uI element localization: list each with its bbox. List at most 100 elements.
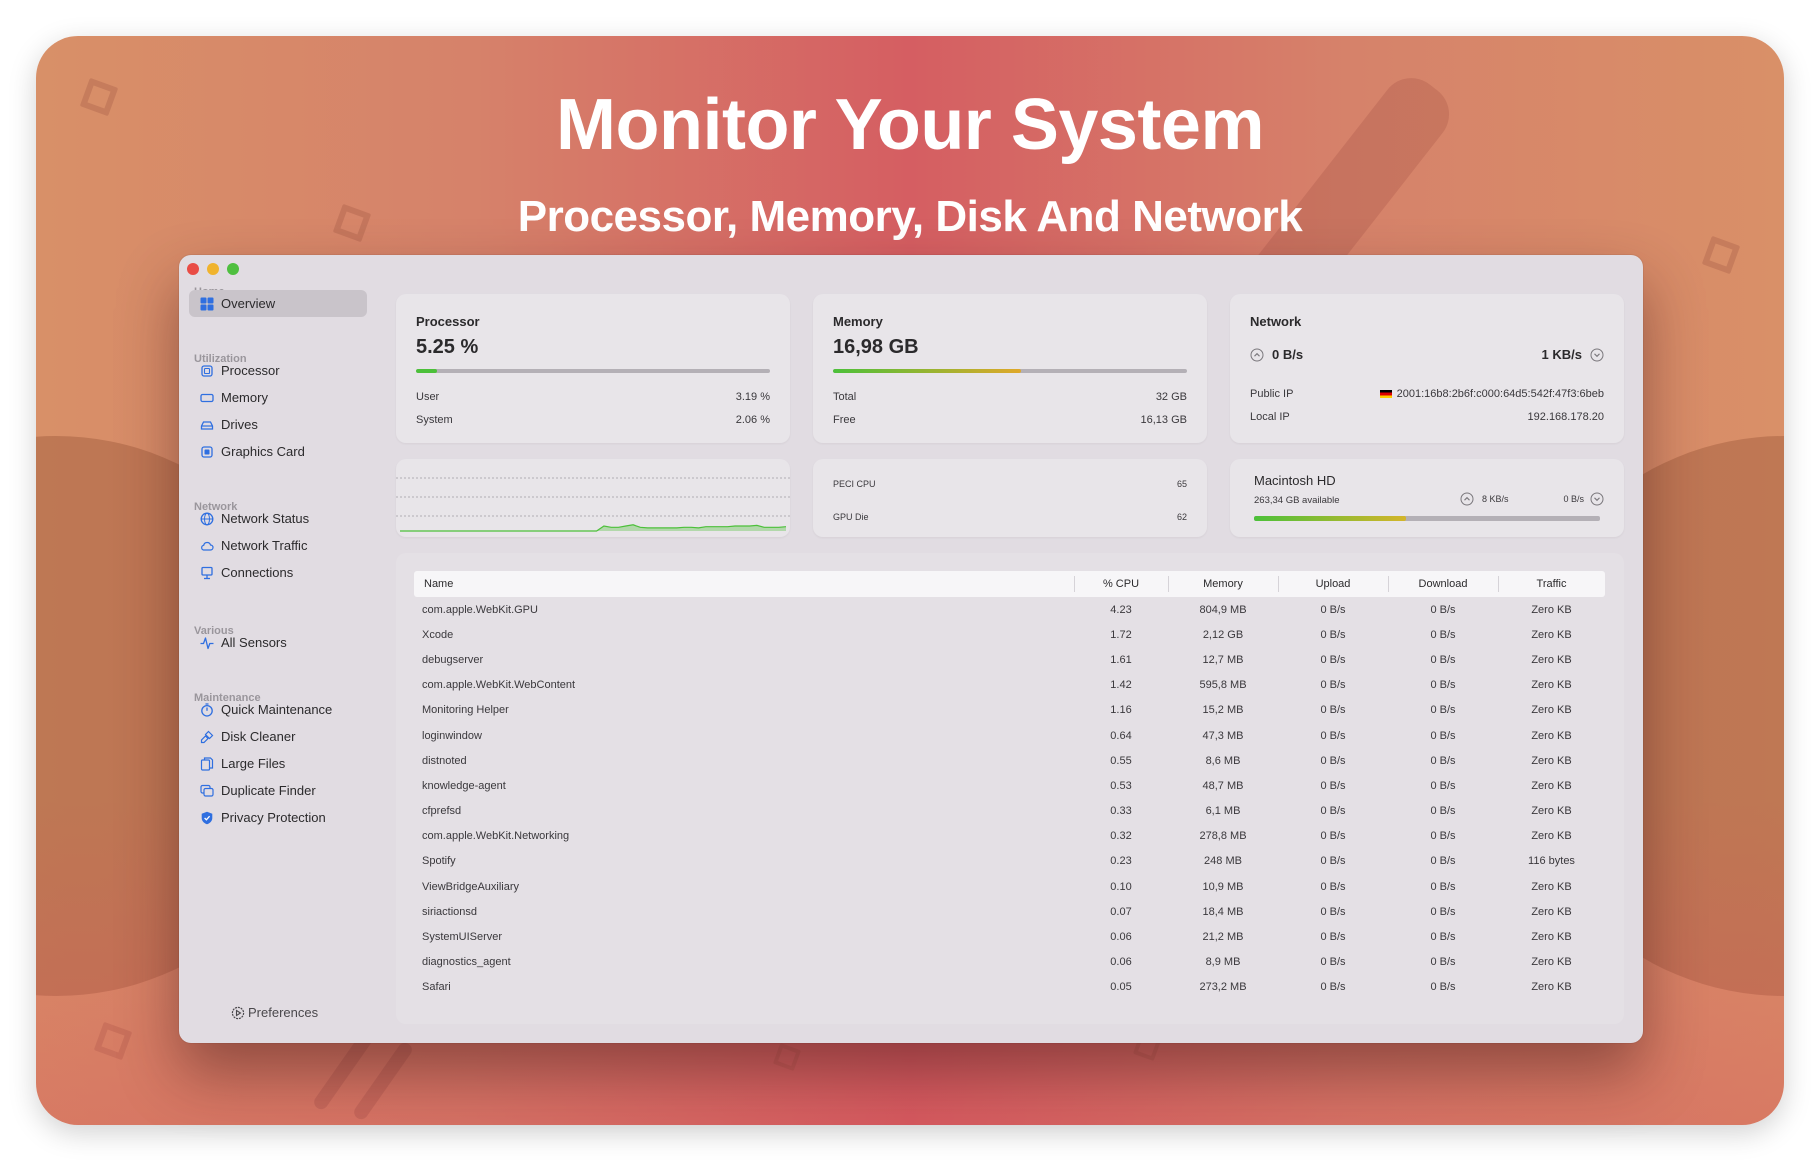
sidebar-item-label: Memory: [221, 390, 268, 405]
traffic-total-cell: Zero KB: [1531, 628, 1572, 641]
memory-usage-cell: 8,6 MB: [1205, 754, 1241, 767]
download-rate: 1 KB/s: [1541, 347, 1582, 362]
download-rate-cell: 0 B/s: [1430, 628, 1456, 641]
sidebar-item-quick-maintenance[interactable]: Quick Maintenance: [189, 696, 367, 723]
cloud-icon: [199, 538, 215, 554]
upload-rate-cell: 0 B/s: [1320, 956, 1346, 969]
memory-usage-cell: 12,7 MB: [1202, 653, 1244, 666]
memory-usage-cell: 10,9 MB: [1202, 880, 1244, 893]
preferences-button[interactable]: Preferences: [231, 1005, 318, 1020]
table-header: Name % CPU Memory Upload Download Traffi…: [414, 571, 1605, 597]
table-row[interactable]: debugserver 1.61 12,7 MB 0 B/s 0 B/s Zero KB: [414, 647, 1605, 672]
column-header-download[interactable]: Download: [1388, 571, 1498, 597]
sidebar-item-network-status[interactable]: Network Status: [189, 505, 367, 532]
memory-usage-bar-fill: [833, 369, 1021, 373]
sensors-card[interactable]: PECI CPU 65 GPU Die 62: [813, 459, 1207, 537]
table-row[interactable]: Safari 0.05 273,2 MB 0 B/s 0 B/s Zero KB: [414, 975, 1605, 1000]
sidebar-item-duplicate-finder[interactable]: Duplicate Finder: [189, 777, 367, 804]
sidebar-item-disk-cleaner[interactable]: Disk Cleaner: [189, 723, 367, 750]
cpu-percent-cell: 0.10: [1110, 880, 1132, 893]
cpu-percent-cell: 0.33: [1110, 805, 1132, 818]
cpu-percent-cell: 0.55: [1110, 754, 1132, 767]
download-rate-cell: 0 B/s: [1430, 855, 1456, 868]
disk-card[interactable]: Macintosh HD 263,34 GB available 8 KB/s …: [1230, 459, 1624, 537]
sidebar-item-label: Large Files: [221, 756, 286, 771]
app-window: Home Overview Utilization Processor Memo…: [179, 255, 1643, 1043]
column-header-cpu[interactable]: % CPU: [1074, 571, 1168, 597]
sensor-value: 62: [1176, 512, 1187, 522]
column-header-name[interactable]: Name: [414, 571, 1074, 597]
memory-card[interactable]: Memory 16,98 GB Total 32 GB Free 16,13 G…: [813, 294, 1207, 443]
sidebar-item-network-traffic[interactable]: Network Traffic: [189, 532, 367, 559]
upload-rate-cell: 0 B/s: [1320, 603, 1346, 616]
traffic-total-cell: Zero KB: [1531, 830, 1572, 843]
table-row[interactable]: Spotify 0.23 248 MB 0 B/s 0 B/s 116 bytes: [414, 849, 1605, 874]
memory-usage-cell: 595,8 MB: [1199, 679, 1247, 692]
table-row[interactable]: knowledge-agent 0.53 48,7 MB 0 B/s 0 B/s Zero…: [414, 773, 1605, 798]
cpu-percent-cell: 1.42: [1110, 679, 1132, 692]
table-row[interactable]: diagnostics_agent 0.06 8,9 MB 0 B/s 0 B/s Zer…: [414, 950, 1605, 975]
cpu-percent-cell: 0.07: [1110, 905, 1132, 918]
germany-flag-icon: [1379, 390, 1392, 398]
memory-usage-cell: 278,8 MB: [1199, 830, 1247, 843]
column-header-upload[interactable]: Upload: [1278, 571, 1388, 597]
table-row[interactable]: siriactionsd 0.07 18,4 MB 0 B/s 0 B/s Zero KB: [414, 899, 1605, 924]
preferences-label: Preferences: [248, 1005, 319, 1020]
free-value: 16,13 GB: [1140, 414, 1187, 426]
sidebar-item-large-files[interactable]: Large Files: [189, 750, 367, 777]
download-rate-cell: 0 B/s: [1430, 931, 1456, 944]
disk-write-rate: 0 B/s: [1563, 494, 1584, 504]
sidebar-item-privacy-protection[interactable]: Privacy Protection: [189, 804, 367, 831]
table-row[interactable]: com.apple.WebKit.WebContent 1.42 595,8 MB 0…: [414, 673, 1605, 698]
memory-usage-cell: 6,1 MB: [1205, 805, 1241, 818]
traffic-total-cell: Zero KB: [1531, 981, 1572, 994]
table-row[interactable]: Monitoring Helper 1.16 15,2 MB 0 B/s 0 B/s Ze…: [414, 698, 1605, 723]
table-row[interactable]: com.apple.WebKit.GPU 4.23 804,9 MB 0 B/s 0 B…: [414, 597, 1605, 622]
subheadline: Processor, Memory, Disk And Network: [517, 192, 1303, 241]
gpu-chip-icon: [199, 444, 215, 460]
table-row[interactable]: SystemUIServer 0.06 21,2 MB 0 B/s 0 B/s Zero …: [414, 924, 1605, 949]
cpu-percent-cell: 0.06: [1110, 956, 1132, 969]
process-name-cell: Xcode: [422, 628, 454, 641]
sidebar-item-label: Duplicate Finder: [221, 783, 316, 798]
memory-usage-bar: [833, 369, 1187, 373]
processor-usage-bar-fill: [416, 369, 438, 373]
sidebar-item-graphics-card[interactable]: Graphics Card: [189, 438, 367, 465]
cpu-chip-icon: [199, 363, 215, 379]
sidebar-item-overview[interactable]: Overview: [189, 290, 367, 317]
processor-card[interactable]: Processor 5.25 % User 3.19 % System 2.06…: [396, 294, 790, 443]
sidebar-item-memory[interactable]: Memory: [189, 384, 367, 411]
sidebar-item-label: Network Status: [221, 511, 310, 526]
table-row[interactable]: cfprefsd 0.33 6,1 MB 0 B/s 0 B/s Zero KB: [414, 799, 1605, 824]
traffic-total-cell: Zero KB: [1531, 729, 1572, 742]
column-header-memory[interactable]: Memory: [1168, 571, 1278, 597]
card-title: Memory: [833, 314, 883, 329]
processor-usage-bar: [416, 369, 770, 373]
cpu-history-graph: [396, 477, 790, 532]
disk-read: 8 KB/s: [1460, 492, 1509, 506]
table-row[interactable]: loginwindow 0.64 47,3 MB 0 B/s 0 B/s Zero KB: [414, 723, 1605, 748]
traffic-total-cell: Zero KB: [1531, 603, 1572, 616]
sidebar-item-processor[interactable]: Processor: [189, 357, 367, 384]
upload-rate-cell: 0 B/s: [1320, 779, 1346, 792]
sidebar-item-label: Network Traffic: [221, 538, 308, 553]
sensor-value: 65: [1176, 479, 1187, 489]
table-row[interactable]: Xcode 1.72 2,12 GB 0 B/s 0 B/s Zero KB: [414, 622, 1605, 647]
sidebar-item-all-sensors[interactable]: All Sensors: [189, 629, 367, 656]
public-ip-value: 2001:16b8:2b6f:c000:64d5:542f:47f3:6beb: [1379, 388, 1604, 400]
download-rate-cell: 0 B/s: [1430, 981, 1456, 994]
memory-usage-cell: 248 MB: [1204, 855, 1242, 868]
traffic-total-cell: Zero KB: [1531, 754, 1572, 767]
traffic-total-cell: Zero KB: [1531, 679, 1572, 692]
table-row[interactable]: distnoted 0.55 8,6 MB 0 B/s 0 B/s Zero KB: [414, 748, 1605, 773]
traffic-total-cell: Zero KB: [1531, 805, 1572, 818]
column-header-traffic[interactable]: Traffic: [1498, 571, 1605, 597]
traffic-total-cell: Zero KB: [1531, 704, 1572, 717]
table-row[interactable]: com.apple.WebKit.Networking 0.32 278,8 MB 0…: [414, 824, 1605, 849]
table-row[interactable]: ViewBridgeAuxiliary 0.10 10,9 MB 0 B/s 0 B/s…: [414, 874, 1605, 899]
traffic-total-cell: Zero KB: [1531, 905, 1572, 918]
sidebar-item-label: Graphics Card: [221, 444, 305, 459]
sidebar-item-connections[interactable]: Connections: [189, 559, 367, 586]
sidebar-item-drives[interactable]: Drives: [189, 411, 367, 438]
network-card[interactable]: Network 0 B/s 1 KB/s Public IP 2001:16b8…: [1230, 294, 1624, 443]
